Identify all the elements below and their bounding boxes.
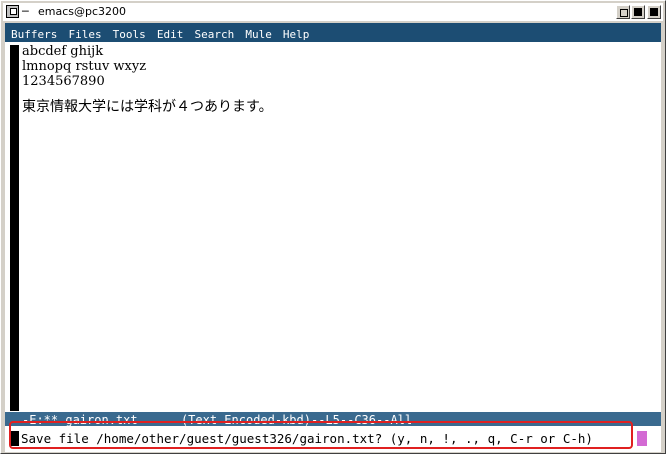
close-icon[interactable] — [647, 5, 661, 19]
text-buffer[interactable]: abcdef ghijk lmnopq rstuv wxyz 123456789… — [5, 42, 661, 412]
window-title: emacs@pc3200 — [38, 5, 127, 18]
title-separator: ─ — [22, 5, 29, 18]
maximize-icon[interactable] — [631, 5, 645, 19]
buffer-line-3: 1234567890 — [22, 74, 105, 89]
buffer-content[interactable]: abcdef ghijk lmnopq rstuv wxyz 123456789… — [22, 44, 273, 117]
buffer-line-1: abcdef ghijk — [22, 44, 104, 59]
text-cursor — [637, 431, 647, 446]
emacs-window: ─ emacs@pc3200 Buffers Files Tools Edit … — [0, 0, 666, 454]
title-bar[interactable]: ─ emacs@pc3200 — [3, 3, 663, 21]
menu-bar: Buffers Files Tools Edit Search Mule Hel… — [5, 23, 661, 42]
buffer-line-4: 東京情報大学には学科が４つあります。 — [22, 99, 273, 115]
window-menu-icon[interactable] — [6, 5, 19, 18]
prompt-highlight-box — [9, 421, 633, 449]
scrollbar[interactable] — [10, 45, 19, 411]
buffer-line-2: lmnopq rstuv wxyz — [22, 59, 147, 74]
minimize-icon[interactable] — [616, 5, 630, 19]
